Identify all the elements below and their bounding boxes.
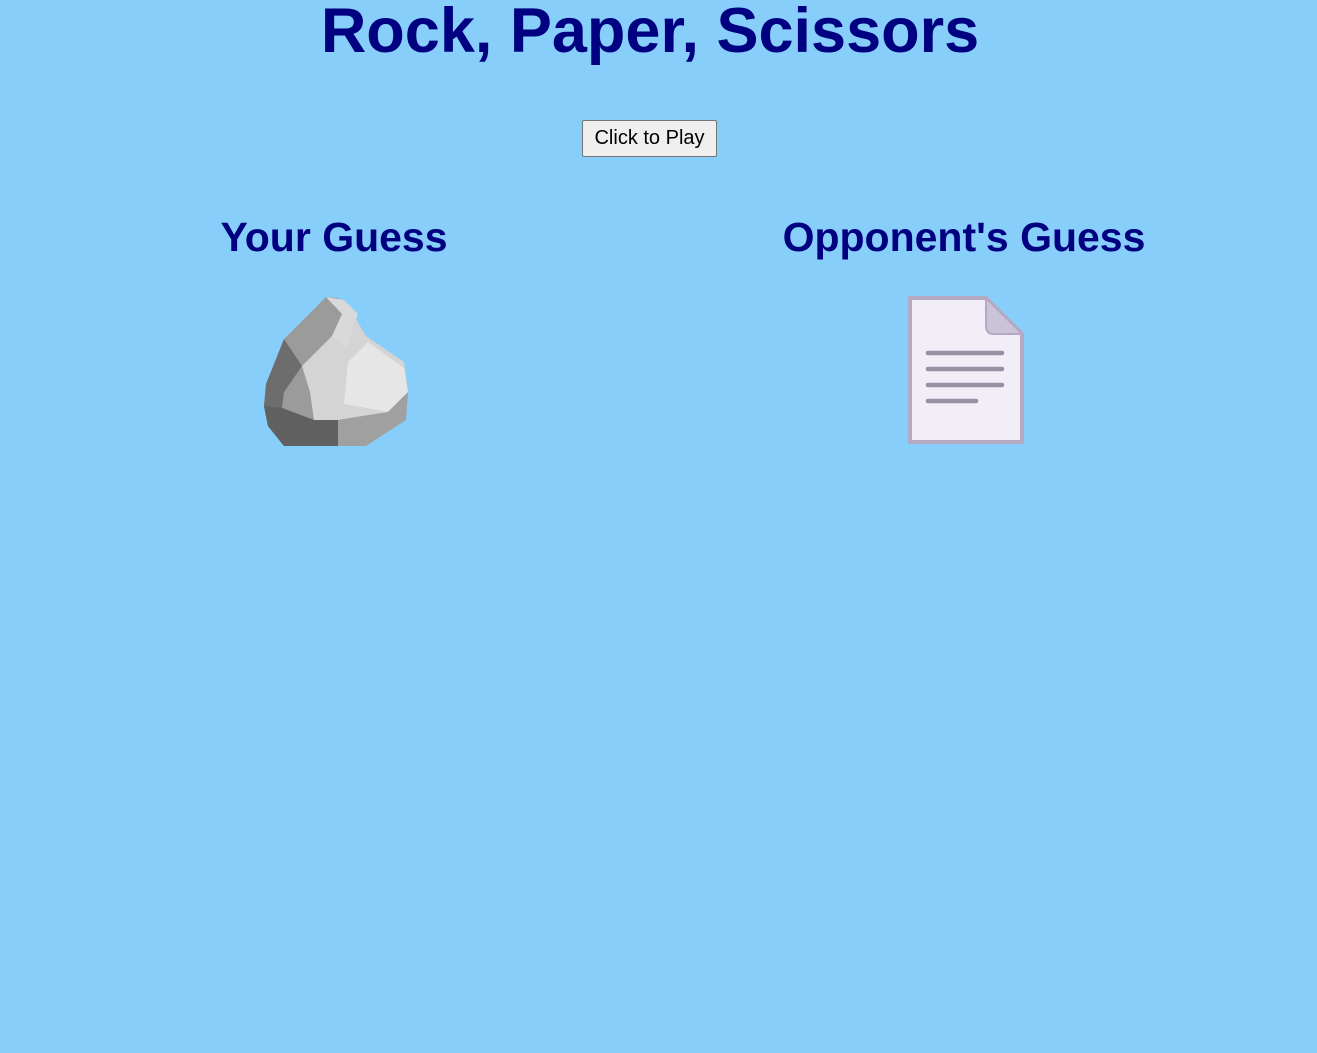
opponent-guess-heading: Opponent's Guess — [782, 214, 1146, 260]
paper-icon — [908, 296, 1024, 444]
opponent-guess-panel: Opponent's Guess — [734, 210, 1194, 444]
player-guess-heading: Your Guess — [220, 214, 448, 260]
player-guess-panel: Your Guess — [104, 210, 564, 446]
page-title: Rock, Paper, Scissors — [320, 0, 980, 66]
rock-icon — [264, 297, 408, 446]
play-button[interactable]: Click to Play — [582, 120, 717, 157]
